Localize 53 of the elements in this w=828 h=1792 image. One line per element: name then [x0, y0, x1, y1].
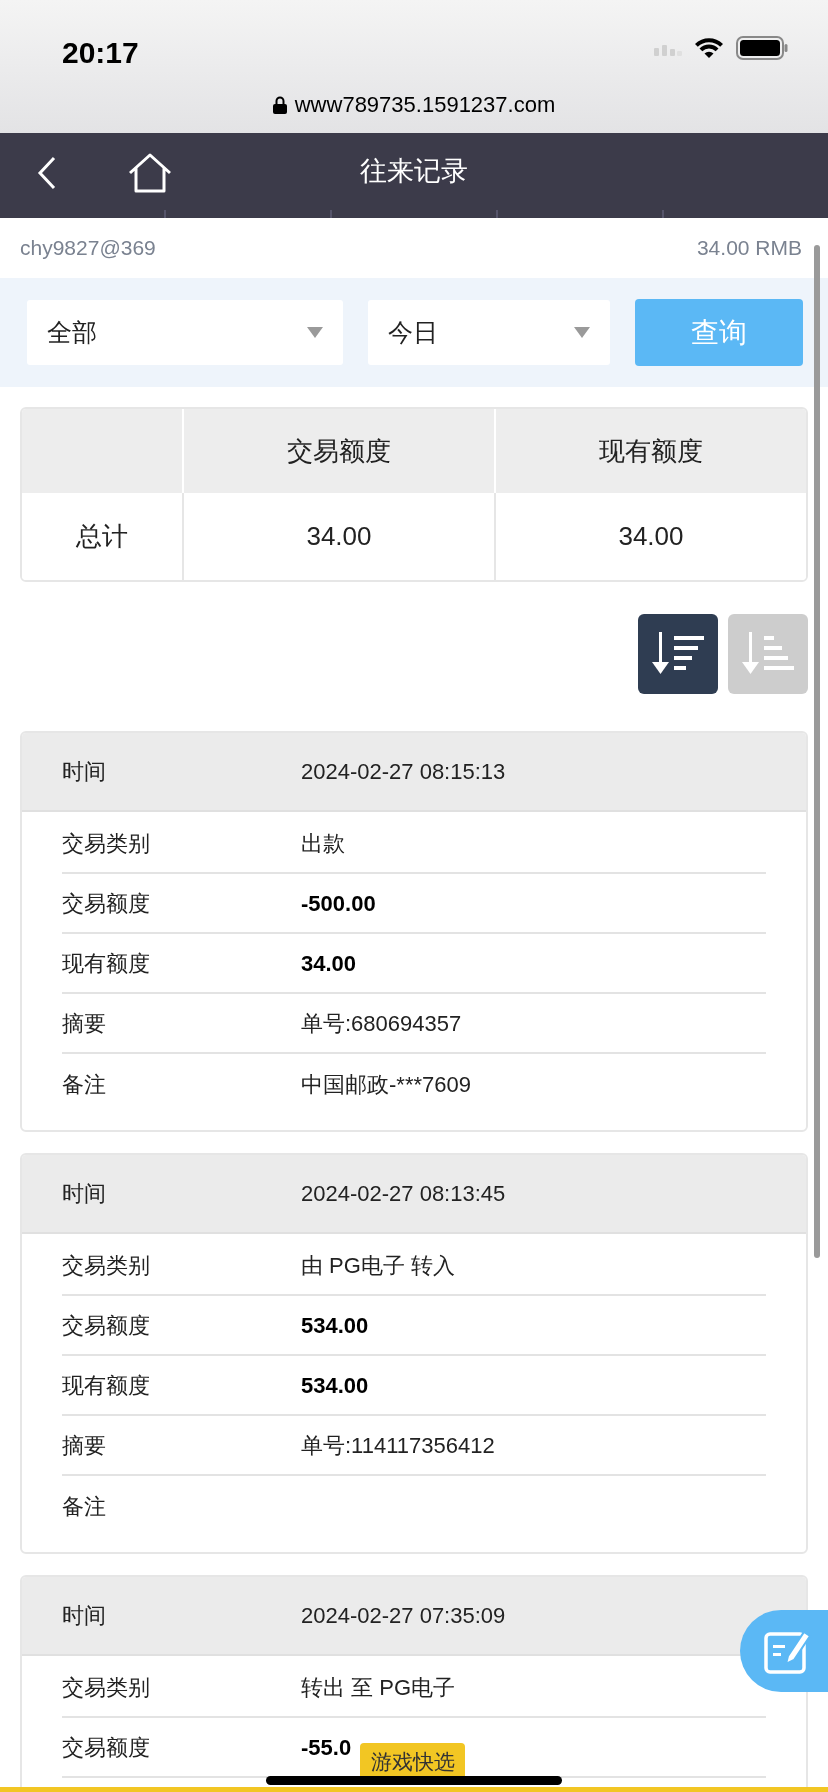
table-cell-text: 34.00: [306, 520, 372, 553]
caret-icon: [306, 326, 323, 339]
field-label: 交易类别: [62, 829, 151, 858]
time-value: 2024-02-27 08:15:13: [301, 758, 506, 786]
field-value: -500.00: [301, 889, 376, 918]
field-label: 时间: [62, 758, 107, 786]
dropdown[interactable]: 今日: [367, 300, 611, 365]
table-cell-text: 34.00: [618, 520, 684, 553]
field-value: 34.00: [301, 949, 357, 978]
column-header: 交易额度: [287, 434, 391, 468]
scrollbar[interactable]: [814, 245, 820, 1258]
field-label: 现有额度: [62, 1371, 151, 1400]
sort-icon: [742, 632, 794, 676]
wifi-icon: [694, 37, 724, 59]
username: chy9827@369: [20, 235, 156, 262]
field-label: 交易额度: [62, 1311, 151, 1340]
back-icon[interactable]: [36, 155, 58, 191]
home-icon[interactable]: [128, 153, 172, 193]
field-label: 摘要: [62, 1431, 107, 1460]
field-label: 现有额度: [62, 949, 151, 978]
battery-icon: [736, 36, 788, 60]
page-title: 往来记录: [360, 155, 468, 189]
field-value: 534.00: [301, 1371, 369, 1400]
column-header: 现有额度: [599, 434, 703, 468]
field-value: 中国邮政-***7609: [301, 1070, 471, 1099]
time-value: 2024-02-27 08:13:45: [301, 1180, 506, 1208]
field-label: 备注: [62, 1070, 107, 1099]
field-value: 单号:680694357: [301, 1009, 462, 1038]
field-label: 交易额度: [62, 1733, 151, 1762]
field-value: 单号:114117356412: [301, 1431, 495, 1460]
dropdown[interactable]: 全部: [27, 300, 343, 365]
game-tab[interactable]: 游戏快选: [360, 1743, 465, 1776]
field-label: 交易类别: [62, 1251, 151, 1280]
sort-icon: [652, 632, 704, 676]
field-label: 交易额度: [62, 889, 151, 918]
field-label: 时间: [62, 1602, 107, 1630]
field-label: 备注: [62, 1492, 107, 1521]
status-time: 20:17: [62, 35, 139, 71]
row-label: 总计: [76, 520, 128, 553]
balance: 34.00 RMB: [696, 235, 803, 262]
time-value: 2024-02-27 07:35:09: [301, 1602, 506, 1630]
field-value: 出款: [301, 829, 345, 858]
lock-icon: [272, 95, 287, 114]
field-value: 转出 至 PG电子: [301, 1673, 455, 1702]
field-label: 摘要: [62, 1009, 107, 1038]
field-value: -55.0: [301, 1733, 352, 1762]
sort-button[interactable]: [638, 614, 718, 694]
field-label: 时间: [62, 1180, 107, 1208]
caret-icon: [574, 326, 591, 339]
field-value: 由 PG电子 转入: [301, 1251, 455, 1280]
url-text[interactable]: www789735.1591237.com: [294, 88, 556, 121]
field-label: 交易类别: [62, 1673, 151, 1702]
field-value: 534.00: [301, 1311, 369, 1340]
